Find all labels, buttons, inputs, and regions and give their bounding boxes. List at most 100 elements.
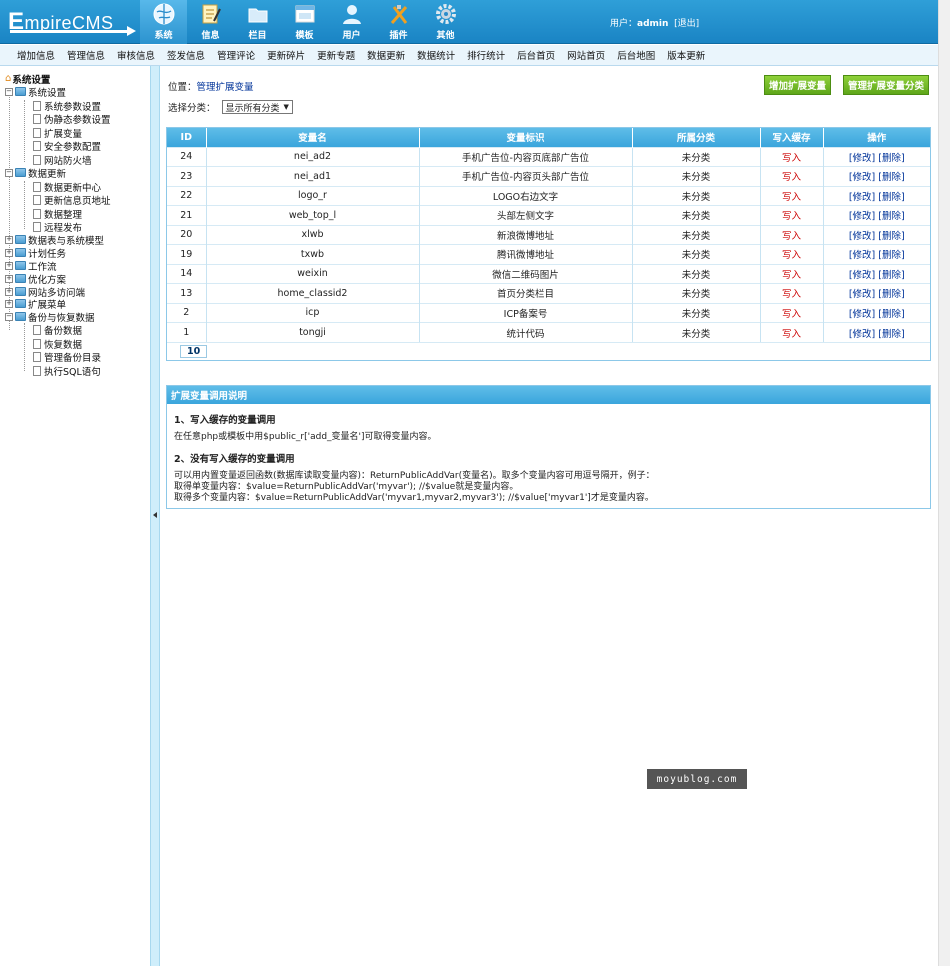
tree-item[interactable]: 远程发布 bbox=[33, 220, 82, 234]
subnav-item[interactable]: 版本更新 bbox=[667, 48, 705, 62]
cache-link[interactable]: 写入 bbox=[760, 263, 824, 284]
gear-icon bbox=[434, 2, 458, 26]
table-row: 23 nei_ad1 手机广告位-内容页头部广告位 未分类 写入 [修改] [删除] bbox=[167, 166, 930, 186]
top-nav: 系统 信息 栏目 模板 用户 插件 其他 bbox=[140, 0, 469, 44]
collapse-arrow-icon[interactable] bbox=[153, 512, 157, 518]
col-label[interactable]: 变量标识 bbox=[419, 128, 633, 147]
tools-icon bbox=[387, 2, 411, 26]
row-actions[interactable]: [修改] [删除] bbox=[823, 205, 930, 225]
tree-item[interactable]: 数据更新中心 bbox=[33, 180, 101, 194]
subnav-item[interactable]: 管理评论 bbox=[217, 48, 255, 62]
page-icon bbox=[33, 113, 41, 124]
collapse-icon[interactable]: − bbox=[5, 168, 13, 177]
folder-icon bbox=[15, 287, 26, 296]
cache-link[interactable]: 写入 bbox=[760, 166, 824, 186]
subnav-item[interactable]: 审核信息 bbox=[117, 48, 155, 62]
sidebar-splitter[interactable] bbox=[150, 66, 160, 966]
add-variable-button[interactable]: 增加扩展变量 bbox=[764, 75, 831, 95]
tree-group[interactable]: + 扩展菜单 bbox=[5, 297, 66, 311]
subnav-item[interactable]: 后台地图 bbox=[617, 48, 655, 62]
subnav-item[interactable]: 数据统计 bbox=[417, 48, 455, 62]
cache-link[interactable]: 写入 bbox=[760, 244, 824, 264]
cache-link[interactable]: 写入 bbox=[760, 224, 824, 245]
page-scrollbar[interactable] bbox=[938, 0, 950, 966]
row-actions[interactable]: [修改] [删除] bbox=[823, 322, 930, 342]
tree-group[interactable]: − 备份与恢复数据 bbox=[5, 310, 95, 324]
nav-system[interactable]: 系统 bbox=[140, 0, 187, 44]
subnav-item[interactable]: 排行统计 bbox=[467, 48, 505, 62]
table-row: 20 xlwb 新浪微博地址 未分类 写入 [修改] [删除] bbox=[167, 224, 930, 245]
tree-item[interactable]: 扩展变量 bbox=[33, 126, 82, 140]
tree-item[interactable]: 管理备份目录 bbox=[33, 350, 101, 364]
tree-item[interactable]: 备份数据 bbox=[33, 323, 82, 337]
nav-plugin[interactable]: 插件 bbox=[375, 0, 422, 44]
pagination: 10 bbox=[167, 342, 930, 360]
subnav-item[interactable]: 网站首页 bbox=[567, 48, 605, 62]
tree-item[interactable]: 更新信息页地址 bbox=[33, 193, 111, 207]
tree-group[interactable]: + 工作流 bbox=[5, 259, 57, 273]
expand-icon[interactable]: + bbox=[5, 248, 13, 257]
tree-item[interactable]: 系统参数设置 bbox=[33, 99, 101, 113]
subnav-item[interactable]: 更新碎片 bbox=[267, 48, 305, 62]
page-count[interactable]: 10 bbox=[180, 345, 208, 358]
row-actions[interactable]: [修改] [删除] bbox=[823, 166, 930, 186]
manage-classes-button[interactable]: 管理扩展变量分类 bbox=[843, 75, 929, 95]
cache-link[interactable]: 写入 bbox=[760, 146, 824, 167]
col-category[interactable]: 所属分类 bbox=[632, 128, 761, 147]
col-id[interactable]: ID bbox=[167, 128, 207, 147]
cache-link[interactable]: 写入 bbox=[760, 185, 824, 206]
tree-group[interactable]: + 数据表与系统模型 bbox=[5, 233, 104, 247]
col-name[interactable]: 变量名 bbox=[206, 128, 420, 147]
col-cache[interactable]: 写入缓存 bbox=[760, 128, 824, 147]
expand-icon[interactable]: + bbox=[5, 274, 13, 283]
logout-link[interactable]: [退出] bbox=[674, 19, 699, 29]
tree-item[interactable]: 数据整理 bbox=[33, 207, 82, 221]
collapse-icon[interactable]: − bbox=[5, 87, 13, 96]
tree-item[interactable]: 安全参数配置 bbox=[33, 139, 101, 153]
tree-item[interactable]: 伪静态参数设置 bbox=[33, 112, 111, 126]
row-actions[interactable]: [修改] [删除] bbox=[823, 146, 930, 167]
row-actions[interactable]: [修改] [删除] bbox=[823, 244, 930, 264]
tree-item[interactable]: 网站防火墙 bbox=[33, 153, 92, 167]
cache-link[interactable]: 写入 bbox=[760, 283, 824, 303]
cache-link[interactable]: 写入 bbox=[760, 302, 824, 323]
nav-column[interactable]: 栏目 bbox=[234, 0, 281, 44]
tree-group[interactable]: + 计划任务 bbox=[5, 246, 66, 260]
row-actions[interactable]: [修改] [删除] bbox=[823, 185, 930, 206]
breadcrumb-link[interactable]: 管理扩展变量 bbox=[197, 82, 254, 93]
tree-group[interactable]: + 优化方案 bbox=[5, 272, 66, 286]
subnav-item[interactable]: 后台首页 bbox=[517, 48, 555, 62]
subnav-item[interactable]: 数据更新 bbox=[367, 48, 405, 62]
subnav-item[interactable]: 增加信息 bbox=[17, 48, 55, 62]
tree-root[interactable]: ⌂ 系统设置 bbox=[5, 72, 50, 86]
expand-icon[interactable]: + bbox=[5, 235, 13, 244]
expand-icon[interactable]: + bbox=[5, 261, 13, 270]
dropdown-arrow-icon: ▼ bbox=[283, 103, 289, 111]
table-row: 13 home_classid2 首页分类栏目 未分类 写入 [修改] [删除] bbox=[167, 283, 930, 303]
folder-icon bbox=[15, 168, 26, 177]
tree-item[interactable]: 恢复数据 bbox=[33, 337, 82, 351]
subnav-item[interactable]: 更新专题 bbox=[317, 48, 355, 62]
expand-icon[interactable]: + bbox=[5, 287, 13, 296]
cache-link[interactable]: 写入 bbox=[760, 322, 824, 342]
tree-group[interactable]: − 数据更新 bbox=[5, 166, 66, 180]
row-actions[interactable]: [修改] [删除] bbox=[823, 263, 930, 284]
nav-other[interactable]: 其他 bbox=[422, 0, 469, 44]
nav-template[interactable]: 模板 bbox=[281, 0, 328, 44]
expand-icon[interactable]: + bbox=[5, 299, 13, 308]
category-select[interactable]: 显示所有分类 ▼ bbox=[221, 100, 293, 114]
subnav-item[interactable]: 管理信息 bbox=[67, 48, 105, 62]
row-actions[interactable]: [修改] [删除] bbox=[823, 224, 930, 245]
subnav-item[interactable]: 签发信息 bbox=[167, 48, 205, 62]
nav-info[interactable]: 信息 bbox=[187, 0, 234, 44]
tree-item[interactable]: 执行SQL语句 bbox=[33, 364, 101, 378]
page-icon bbox=[33, 127, 41, 138]
tree-group[interactable]: − 系统设置 bbox=[5, 85, 66, 99]
row-actions[interactable]: [修改] [删除] bbox=[823, 302, 930, 323]
cache-link[interactable]: 写入 bbox=[760, 205, 824, 225]
nav-user[interactable]: 用户 bbox=[328, 0, 375, 44]
table-row: 1 tongji 统计代码 未分类 写入 [修改] [删除] bbox=[167, 322, 930, 342]
collapse-icon[interactable]: − bbox=[5, 312, 13, 321]
folder-icon bbox=[15, 87, 26, 96]
row-actions[interactable]: [修改] [删除] bbox=[823, 283, 930, 303]
